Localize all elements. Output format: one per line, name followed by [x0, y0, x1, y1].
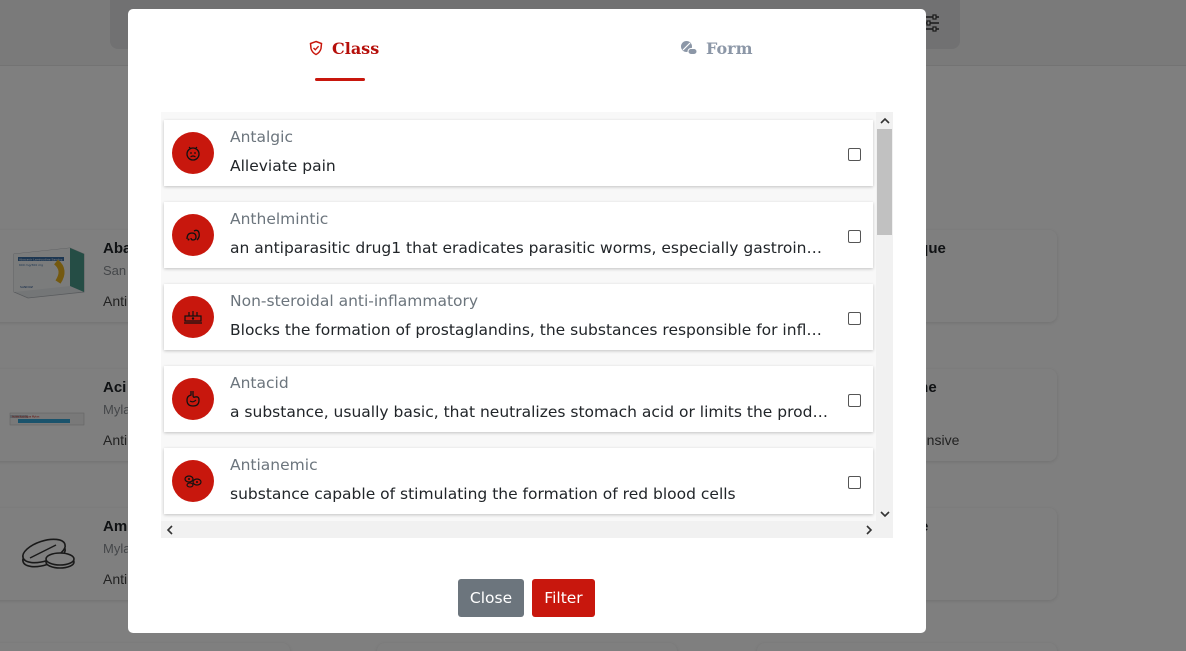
- item-description: Alleviate pain: [230, 157, 336, 175]
- item-checkbox[interactable]: [848, 312, 861, 325]
- tab-class[interactable]: Class: [308, 37, 379, 59]
- item-description: a substance, usually basic, that neutral…: [230, 403, 828, 421]
- active-tab-indicator: [315, 78, 365, 81]
- item-checkbox[interactable]: [848, 230, 861, 243]
- item-title: Antalgic: [230, 128, 293, 146]
- tab-form[interactable]: Form: [680, 37, 753, 59]
- worm-icon: [172, 214, 214, 256]
- item-title: Anthelmintic: [230, 210, 329, 228]
- list-item[interactable]: Anthelmintic an antiparasitic drug1 that…: [164, 202, 873, 268]
- list-item[interactable]: Antacid a substance, usually basic, that…: [164, 366, 873, 432]
- list-item[interactable]: Antalgic Alleviate pain: [164, 120, 873, 186]
- class-list[interactable]: Antalgic Alleviate pain Anthelmintic an …: [161, 112, 893, 538]
- item-description: Blocks the formation of prostaglandins, …: [230, 321, 828, 339]
- item-title: Antianemic: [230, 456, 318, 474]
- inflammation-icon: [172, 296, 214, 338]
- close-button[interactable]: Close: [458, 579, 524, 617]
- item-checkbox[interactable]: [848, 394, 861, 407]
- pain-face-icon: [172, 132, 214, 174]
- blood-cells-icon: [172, 460, 214, 502]
- filter-modal: Class Form Antalgic Alleviate pain Anthe…: [128, 9, 926, 633]
- item-title: Antacid: [230, 374, 289, 392]
- item-checkbox[interactable]: [848, 148, 861, 161]
- tab-form-label: Form: [706, 38, 753, 58]
- scroll-up-arrow-icon[interactable]: [876, 112, 893, 129]
- filter-button[interactable]: Filter: [532, 579, 595, 617]
- scrollbar-thumb[interactable]: [877, 129, 892, 235]
- shield-icon: [309, 40, 323, 56]
- scroll-right-arrow-icon[interactable]: [861, 521, 878, 538]
- list-item[interactable]: Antianemic substance capable of stimulat…: [164, 448, 873, 514]
- item-title: Non-steroidal anti-inflammatory: [230, 292, 479, 310]
- stomach-icon: [172, 378, 214, 420]
- list-item[interactable]: Non-steroidal anti-inflammatory Blocks t…: [164, 284, 873, 350]
- item-description: substance capable of stimulating the for…: [230, 485, 736, 503]
- item-description: an antiparasitic drug1 that eradicates p…: [230, 239, 828, 257]
- scroll-left-arrow-icon[interactable]: [161, 521, 178, 538]
- pills-icon: [681, 41, 698, 55]
- item-checkbox[interactable]: [848, 476, 861, 489]
- vertical-scrollbar[interactable]: [876, 112, 893, 523]
- horizontal-scrollbar[interactable]: [161, 521, 893, 538]
- tab-class-label: Class: [332, 38, 380, 58]
